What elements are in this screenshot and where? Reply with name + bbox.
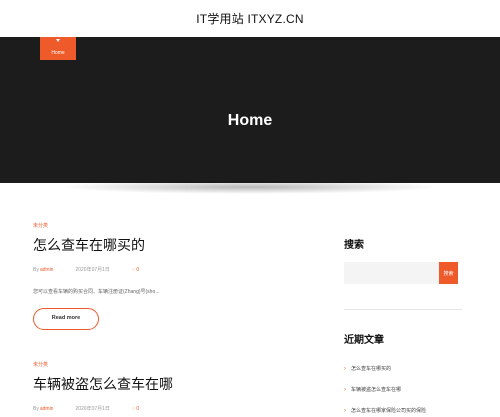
nav-home-tab[interactable]: Home xyxy=(40,37,76,60)
post-card: 未分类 怎么查车在哪买的 By admin 2020年07月1日 ◌ 0 您可以… xyxy=(33,222,303,330)
arrow-right-icon: › xyxy=(344,407,346,414)
user-icon: By xyxy=(33,266,39,273)
recent-post-link[interactable]: 车辆被盗怎么查车在哪 xyxy=(351,386,401,393)
post-meta: By admin 2020年07月1日 ◌ 0 xyxy=(33,266,303,274)
post-title[interactable]: 怎么查车在哪买的 xyxy=(33,235,303,255)
arrow-right-icon: › xyxy=(344,386,346,393)
search-input[interactable] xyxy=(344,262,439,284)
recent-post-item[interactable]: › 怎么查车在哪家保险公司买的保险 xyxy=(344,400,466,417)
sidebar-divider xyxy=(344,309,462,310)
post-title[interactable]: 车辆被盗怎么查车在哪 xyxy=(33,374,303,394)
user-icon: By xyxy=(33,405,39,412)
post-excerpt: 您可以查看车辆的购买合同、车辆注册证(Zhang)号(sho... xyxy=(33,289,160,295)
post-category[interactable]: 未分类 xyxy=(33,222,303,229)
recent-post-item[interactable]: › 车辆被盗怎么查车在哪 xyxy=(344,379,466,400)
post-comment-count: 0 xyxy=(136,266,140,273)
post-meta: By admin 2020年07月1日 ◌ 0 xyxy=(33,405,303,413)
caret-down-icon xyxy=(56,39,60,42)
post-date[interactable]: 2020年07月1日 xyxy=(75,266,109,273)
recent-post-link[interactable]: 怎么查车在哪买的 xyxy=(351,365,391,372)
comment-icon[interactable]: ◌ 0 xyxy=(132,267,139,273)
recent-posts-heading: 近期文章 xyxy=(344,335,384,346)
site-header: IT学用站 ITXYZ.CN xyxy=(0,0,500,37)
search-button[interactable]: 搜索 xyxy=(439,262,458,284)
recent-post-link[interactable]: 怎么查车在哪家保险公司买的保险 xyxy=(351,407,426,414)
nav-home-label: Home xyxy=(51,50,65,56)
search-heading: 搜索 xyxy=(344,240,364,251)
page-title: Home xyxy=(227,112,273,129)
recent-posts-list: › 怎么查车在哪买的 › 车辆被盗怎么查车在哪 › 怎么查车在哪家保险公司买的保… xyxy=(344,358,466,417)
post-date[interactable]: 2020年07月1日 xyxy=(75,405,109,412)
post-comment-count: 0 xyxy=(136,405,140,412)
post-card: 未分类 车辆被盗怎么查车在哪 By admin 2020年07月1日 ◌ 0 xyxy=(33,361,303,412)
recent-post-item[interactable]: › 怎么查车在哪买的 xyxy=(344,358,466,379)
search-form: 搜索 xyxy=(344,262,458,284)
post-category[interactable]: 未分类 xyxy=(33,361,303,368)
comment-icon[interactable]: ◌ 0 xyxy=(132,406,139,412)
site-title[interactable]: IT学用站 ITXYZ.CN xyxy=(196,10,303,27)
post-author[interactable]: admin xyxy=(40,267,54,273)
read-more-button[interactable]: Read more xyxy=(33,308,99,330)
hero-shadow xyxy=(60,180,440,194)
post-author[interactable]: admin xyxy=(40,406,54,412)
arrow-right-icon: › xyxy=(344,365,346,372)
